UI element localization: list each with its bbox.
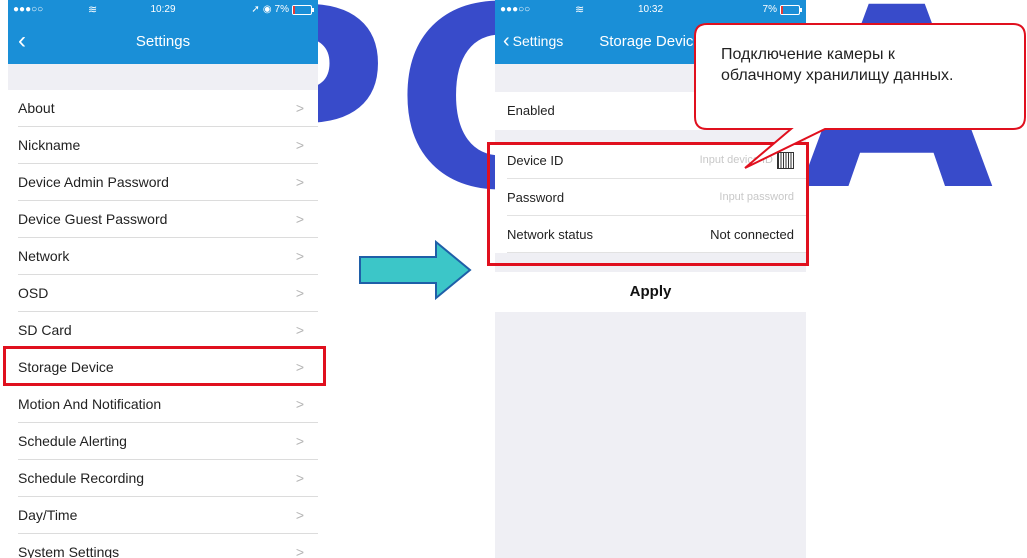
settings-item-system-settings[interactable]: System Settings > [8,534,318,558]
chevron-right-icon: > [295,285,304,301]
settings-item-label: About [18,100,55,116]
chevron-right-icon: > [295,396,304,412]
status-bar: ●●●○○ ≋ 10:29 ➚ ◉ 7% [8,0,318,20]
callout-text: Подключение камеры к облачному хранилищу… [721,44,1027,86]
alarm-icon: ◉ [262,4,272,15]
settings-item-label: Schedule Recording [18,470,145,486]
enabled-label: Enabled [507,103,555,118]
chevron-right-icon: > [295,470,304,486]
chevron-right-icon: > [295,322,304,338]
settings-item-label: Device Guest Password [18,211,168,227]
callout-line: Подключение камеры к [721,46,895,63]
settings-item-schedule-alerting[interactable]: Schedule Alerting > [8,423,318,460]
page-title: Settings [135,33,191,50]
chevron-right-icon: > [295,211,304,227]
settings-item-label: Schedule Alerting [18,433,127,449]
chevron-right-icon: > [295,433,304,449]
battery-percent: 7% [762,4,777,15]
chevron-right-icon: > [295,544,304,558]
settings-item-label: Nickname [18,137,81,153]
chevron-right-icon: > [295,507,304,523]
settings-item-network[interactable]: Network > [8,238,318,275]
chevron-right-icon: > [295,248,304,264]
settings-item-label: Network [18,248,70,264]
apply-button[interactable]: Apply [495,272,806,312]
settings-item-nickname[interactable]: Nickname > [8,127,318,164]
location-icon: ➚ [251,4,260,15]
status-time: 10:32 [637,4,664,15]
settings-screen: ●●●○○ ≋ 10:29 ➚ ◉ 7% ‹ Settings About > N… [8,0,318,558]
settings-item-admin-password[interactable]: Device Admin Password > [8,164,318,201]
settings-item-label: Motion And Notification [18,396,162,412]
arrow-shape [359,240,472,300]
settings-item-motion-notification[interactable]: Motion And Notification > [8,386,318,423]
settings-item-label: SD Card [18,322,72,338]
settings-item-guest-password[interactable]: Device Guest Password > [8,201,318,238]
settings-item-label: OSD [18,285,49,301]
chevron-right-icon: > [295,137,304,153]
arrow-right-icon [359,240,472,300]
settings-list: About > Nickname > Device Admin Password > … [8,90,318,558]
settings-item-label: Device Admin Password [18,174,169,190]
status-bar: ●●●○○ ≋ 10:32 7% [495,0,806,20]
storage-device-highlight [3,346,326,386]
settings-item-sd-card[interactable]: SD Card > [8,312,318,349]
settings-item-osd[interactable]: OSD > [8,275,318,312]
chevron-right-icon: > [295,100,304,116]
callout-line: облачному хранилищу данных. [721,67,954,84]
settings-item-day-time[interactable]: Day/Time > [8,497,318,534]
settings-item-label: System Settings [18,544,120,558]
battery-icon [780,4,802,15]
settings-item-about[interactable]: About > [8,90,318,127]
battery-percent: 7% [274,4,289,15]
battery-indicator: ➚ ◉ 7% [251,4,314,15]
battery-icon [292,4,314,15]
battery-indicator: 7% [762,4,802,15]
chevron-right-icon: > [295,174,304,190]
nav-bar: ‹ Settings [8,20,318,64]
settings-item-schedule-recording[interactable]: Schedule Recording > [8,460,318,497]
settings-item-label: Day/Time [18,507,78,523]
